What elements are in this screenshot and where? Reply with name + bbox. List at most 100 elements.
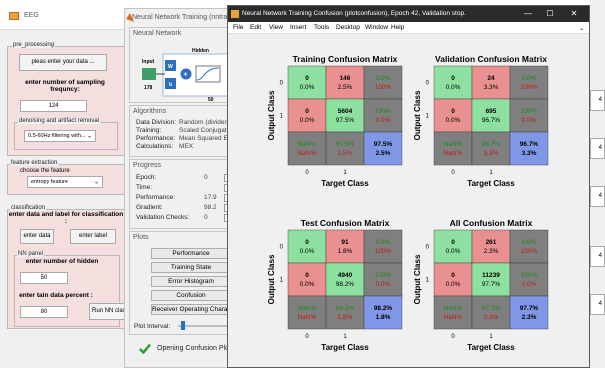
menu-view[interactable]: View <box>269 24 283 31</box>
network-section-title: Neural Network <box>133 30 182 37</box>
matrix-cell-percent: 0.0% <box>446 84 461 91</box>
matrix-cell <box>287 131 327 166</box>
preprocessing-title: pre_processing <box>12 42 56 48</box>
diagram-hidden-label: Hidden <box>192 48 209 54</box>
plot-error-histogram-button[interactable]: Error Histogram <box>151 276 231 287</box>
matrix-cell-percent: 3.3% <box>522 150 537 157</box>
plot-roc-button[interactable]: Receiver Operating Characteristic <box>151 304 231 315</box>
sampling-input[interactable]: 124 <box>20 100 87 112</box>
matrix-cell-percent: 100% <box>521 248 538 255</box>
plot-interval-slider-handle[interactable] <box>181 321 185 330</box>
progress-panel: Progress Epoch: 0 Time: Performance: 17.9 … <box>129 159 234 229</box>
matrix-cell-count: 100% <box>375 108 392 115</box>
menu-help[interactable]: Help <box>391 24 404 31</box>
eeg-window-title: EEG <box>24 12 39 19</box>
matrix-cell-percent: 0.0% <box>446 248 461 255</box>
x-tick-label: 1 <box>489 170 493 176</box>
confusion-figure-canvas: Training Confusion Matrix 0 0.0% 146 2.5% 0.0… <box>228 34 589 367</box>
matrix-cell-count: 11239 <box>482 272 500 279</box>
matrix-cell <box>433 98 473 133</box>
matrix-cell <box>325 262 365 297</box>
train-percent-input[interactable]: 80 <box>20 306 68 318</box>
matlab-figure-icon <box>231 10 239 18</box>
matrix-cell <box>325 131 365 166</box>
matrix-cell-count: 97.5% <box>374 141 393 148</box>
plot-performance-button[interactable]: Performance <box>151 248 231 259</box>
run-nn-button[interactable]: Run NN classification <box>89 303 125 320</box>
y-tick-label: 0 <box>280 245 284 251</box>
matrix-cell <box>287 262 327 297</box>
maximize-button[interactable]: ☐ <box>540 8 560 20</box>
confusion-matrices-figure: Training Confusion Matrix 0 0.0% 146 2.5% 0.0… <box>267 54 549 352</box>
matrix-cell-count: 0.0% <box>376 239 391 246</box>
matrix-cell-percent: NaN% <box>298 314 317 321</box>
close-button[interactable]: ✕ <box>564 8 584 20</box>
y-tick-label: 0 <box>426 245 430 251</box>
feature-dropdown[interactable]: entropy feature ⌄ <box>27 176 103 188</box>
feature-dropdown-value: entropy feature <box>31 179 68 185</box>
progress-row: Gradient: 98.2 <box>136 204 217 211</box>
matrix-cell <box>363 229 403 264</box>
filter-dropdown[interactable]: 0.5-60Hz filtering with... ⌄ <box>24 130 96 142</box>
algorithm-row: Performance: Mean Squared Error <box>136 135 238 142</box>
matrix-cell-count: 98.2% <box>374 305 393 312</box>
menu-desktop[interactable]: Desktop <box>336 24 360 31</box>
menu-file[interactable]: File <box>233 24 243 31</box>
y-tick-label: 1 <box>280 114 284 120</box>
minimize-button[interactable]: — <box>518 8 538 20</box>
y-axis-label: Output Class <box>267 254 276 304</box>
matrix-cell-count: NaN% <box>444 141 463 148</box>
matrix-cell-percent: 100% <box>521 84 538 91</box>
plot-interval-slider[interactable] <box>178 325 228 327</box>
matrix-cell-percent: 0.0% <box>376 117 391 124</box>
menubar-arrow-icon[interactable]: ⌄ <box>579 24 584 32</box>
matrix-cell-count: 100% <box>375 272 392 279</box>
matrix-cell-count: 0 <box>451 75 455 82</box>
x-tick-label: 0 <box>451 334 455 340</box>
matrix-cell <box>325 65 365 100</box>
matrix-cell <box>363 98 403 133</box>
menu-tools[interactable]: Tools <box>314 24 329 31</box>
hidden-input[interactable]: 50 <box>20 272 68 284</box>
matrix-cell-count: 0 <box>305 75 309 82</box>
matrix-cell-percent: 100% <box>375 84 392 91</box>
matrix-cell-percent: 0.0% <box>300 117 315 124</box>
menu-edit[interactable]: Edit <box>250 24 261 31</box>
matrix-cell-count: 97.7% <box>520 305 539 312</box>
matrix-cell-count: 0 <box>305 108 309 115</box>
matrix-cell-percent: 3.3% <box>484 150 499 157</box>
background-field: 4 <box>590 90 605 111</box>
x-axis-label: Target Class <box>467 179 515 188</box>
matrix-cell <box>287 65 327 100</box>
plot-training-state-button[interactable]: Training State <box>151 262 231 273</box>
matrix-cell-count: 91 <box>341 239 349 246</box>
algorithms-title: Algorithms <box>133 108 167 115</box>
progress-row: Epoch: 0 <box>136 174 208 181</box>
matrix-cell <box>325 229 365 264</box>
matrix-cell-percent: 0.0% <box>446 281 461 288</box>
background-field: 4 <box>590 294 605 315</box>
enter-data-class-button[interactable]: enter data <box>20 229 54 244</box>
enter-data-button[interactable]: pleas enter your data ... <box>19 54 107 71</box>
matrix-cell <box>509 229 549 264</box>
nntraintool-window: Neural Network Training (nntraintool) Ne… <box>124 8 257 368</box>
menu-window[interactable]: Window <box>365 24 388 31</box>
enter-label-button[interactable]: enter label <box>70 229 116 244</box>
background-field: 4 <box>590 246 605 267</box>
matrix-cell-count: 0 <box>305 239 309 246</box>
matrix-cell-percent: NaN% <box>298 150 317 157</box>
x-axis-label: Target Class <box>321 179 369 188</box>
plot-interval-label: Plot Interval: <box>134 323 171 330</box>
train-percent-label: enter tain data percent : <box>19 292 93 299</box>
plot-confusion-button[interactable]: Confusion <box>151 290 231 301</box>
algorithm-row: Data Division: Random (dividerand) <box>136 119 240 126</box>
background-field: 4 <box>590 186 605 207</box>
diagram-input-label: Input <box>142 59 155 65</box>
menu-insert[interactable]: Insert <box>290 24 306 31</box>
matrix-cell-count: 695 <box>486 108 497 115</box>
background-field: 4 <box>590 138 605 159</box>
matrix-cell-count: NaN% <box>444 305 463 312</box>
x-tick-label: 0 <box>305 170 309 176</box>
matrix-cell-percent: 96.7% <box>482 117 501 124</box>
matrix-cell-percent: 0.0% <box>300 84 315 91</box>
